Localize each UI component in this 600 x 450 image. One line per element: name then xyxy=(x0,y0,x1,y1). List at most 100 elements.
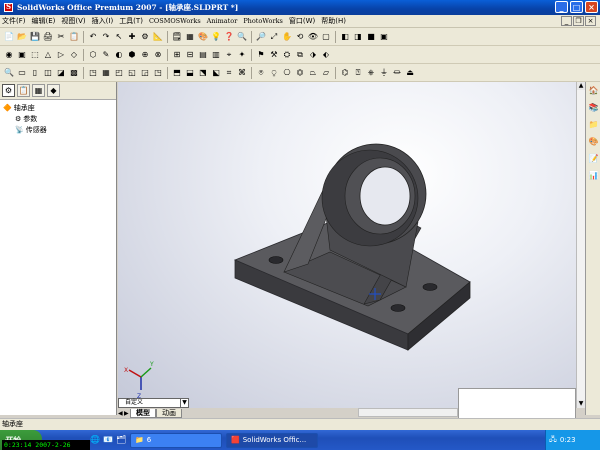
view-tool-icon-28[interactable]: ⏛ xyxy=(391,67,403,78)
feature-tool-icon-14[interactable]: ▤ xyxy=(197,49,209,60)
standard-tool-icon-27[interactable]: ▣ xyxy=(378,31,390,42)
network-icon[interactable]: 🖧 xyxy=(549,435,557,446)
feature-tool-icon-0[interactable]: ◉ xyxy=(3,49,15,60)
folder-icon[interactable]: 🗂 xyxy=(116,435,126,445)
view-tool-icon-11[interactable]: ◳ xyxy=(152,67,164,78)
standard-tool-icon-9[interactable]: ✚ xyxy=(126,31,138,42)
feature-tool-icon-20[interactable]: ⛭ xyxy=(281,49,293,60)
tree-item-parameters[interactable]: ⚙ 参数 xyxy=(3,113,113,124)
view-tool-icon-26[interactable]: ⎈ xyxy=(365,67,377,78)
view-tool-icon-23[interactable]: ⏥ xyxy=(320,67,332,78)
browser-icon[interactable]: 🌐 xyxy=(90,435,100,445)
design-library-icon[interactable]: 📚 xyxy=(588,102,599,113)
feature-tool-icon-10[interactable]: ⊕ xyxy=(139,49,151,60)
view-tool-icon-16[interactable]: ⌗ xyxy=(223,67,235,78)
chevron-down-icon[interactable]: ▼ xyxy=(180,399,188,407)
menu-insert[interactable]: 插入(I) xyxy=(92,16,114,26)
view-tool-icon-6[interactable]: ◳ xyxy=(87,67,99,78)
standard-tool-icon-19[interactable]: ⤢ xyxy=(268,31,280,42)
view-tool-icon-25[interactable]: ⍰ xyxy=(352,67,364,78)
standard-tool-icon-3[interactable]: 🖨 xyxy=(42,31,54,42)
doc-close-button[interactable]: × xyxy=(585,16,596,26)
feature-tool-icon-8[interactable]: ◐ xyxy=(113,49,125,60)
view-tool-icon-5[interactable]: ▩ xyxy=(68,67,80,78)
graphics-viewport[interactable]: X Y Z xyxy=(118,82,576,408)
standard-tool-icon-14[interactable]: 🎨 xyxy=(197,31,209,42)
view-tool-icon-4[interactable]: ◪ xyxy=(55,67,67,78)
feature-tool-icon-11[interactable]: ⊗ xyxy=(152,49,164,60)
view-tool-icon-17[interactable]: ⌘ xyxy=(236,67,248,78)
scroll-up-arrow[interactable]: ▲ xyxy=(577,82,585,90)
tree-item-sensors[interactable]: 📡 传感器 xyxy=(3,124,113,135)
view-tool-icon-18[interactable]: ⍟ xyxy=(255,67,267,78)
view-tool-icon-19[interactable]: ⍜ xyxy=(268,67,280,78)
tray-clock[interactable]: 0:23 xyxy=(560,436,576,444)
view-orientation-select[interactable]: 自定义 ▼ xyxy=(118,398,189,408)
standard-tool-icon-16[interactable]: ❓ xyxy=(223,31,235,42)
notes-icon[interactable]: 📝 xyxy=(588,153,599,164)
standard-tool-icon-12[interactable]: 🗒 xyxy=(171,31,183,42)
feature-tool-icon-1[interactable]: ▣ xyxy=(16,49,28,60)
view-tool-icon-20[interactable]: ⎔ xyxy=(281,67,293,78)
view-tool-icon-3[interactable]: ◫ xyxy=(42,67,54,78)
feature-tool-icon-23[interactable]: ⬖ xyxy=(320,49,332,60)
view-tool-icon-15[interactable]: ⬕ xyxy=(210,67,222,78)
standard-tool-icon-0[interactable]: 📄 xyxy=(3,31,15,42)
standard-tool-icon-5[interactable]: 📋 xyxy=(68,31,80,42)
tree-item-part[interactable]: 🔶 轴承座 xyxy=(3,102,113,113)
featuremanager-tab-icon[interactable]: ⚙ xyxy=(2,84,15,97)
horizontal-scrollbar[interactable] xyxy=(358,408,458,417)
standard-tool-icon-1[interactable]: 📂 xyxy=(16,31,28,42)
view-tool-icon-10[interactable]: ◲ xyxy=(139,67,151,78)
view-tool-icon-29[interactable]: ⏏ xyxy=(404,67,416,78)
feature-tool-icon-2[interactable]: ⬚ xyxy=(29,49,41,60)
feature-tool-icon-18[interactable]: ⚑ xyxy=(255,49,267,60)
view-tool-icon-8[interactable]: ◰ xyxy=(113,67,125,78)
doc-restore-button[interactable]: ❐ xyxy=(573,16,584,26)
standard-tool-icon-7[interactable]: ↷ xyxy=(100,31,112,42)
configurationmanager-tab-icon[interactable]: ▦ xyxy=(32,84,45,97)
menu-tools[interactable]: 工具(T) xyxy=(119,16,143,26)
standard-tool-icon-4[interactable]: ✂ xyxy=(55,31,67,42)
menu-file[interactable]: 文件(F) xyxy=(2,16,26,26)
mail-icon[interactable]: 📧 xyxy=(103,435,113,445)
feature-tool-icon-7[interactable]: ✎ xyxy=(100,49,112,60)
view-tool-icon-1[interactable]: ▭ xyxy=(16,67,28,78)
standard-tool-icon-10[interactable]: ⚙ xyxy=(139,31,151,42)
feature-tool-icon-19[interactable]: ⚒ xyxy=(268,49,280,60)
appearance-icon[interactable]: 🎨 xyxy=(588,136,599,147)
feature-tool-icon-16[interactable]: ⌖ xyxy=(223,49,235,60)
standard-tool-icon-22[interactable]: 👁 xyxy=(307,31,319,42)
close-button[interactable]: × xyxy=(585,1,598,13)
feature-tool-icon-3[interactable]: △ xyxy=(42,49,54,60)
feature-tool-icon-12[interactable]: ⊞ xyxy=(171,49,183,60)
view-tool-icon-14[interactable]: ⬔ xyxy=(197,67,209,78)
standard-tool-icon-17[interactable]: 🔍 xyxy=(236,31,248,42)
standard-tool-icon-20[interactable]: ✋ xyxy=(281,31,293,42)
standard-tool-icon-25[interactable]: ◨ xyxy=(352,31,364,42)
view-tool-icon-21[interactable]: ⏣ xyxy=(294,67,306,78)
view-tool-icon-9[interactable]: ◱ xyxy=(126,67,138,78)
standard-tool-icon-24[interactable]: ◧ xyxy=(339,31,351,42)
standard-tool-icon-18[interactable]: 🔎 xyxy=(255,31,267,42)
standard-tool-icon-2[interactable]: 💾 xyxy=(29,31,41,42)
chart-icon[interactable]: 📊 xyxy=(588,170,599,181)
resources-icon[interactable]: 🏠 xyxy=(588,85,599,96)
menu-help[interactable]: 帮助(H) xyxy=(321,16,346,26)
scroll-down-arrow[interactable]: ▼ xyxy=(577,400,585,408)
view-tool-icon-27[interactable]: ⏚ xyxy=(378,67,390,78)
feature-tool-icon-13[interactable]: ⊟ xyxy=(184,49,196,60)
vertical-scrollbar[interactable]: ▲ ▼ xyxy=(576,82,585,408)
propertymanager-tab-icon[interactable]: 📋 xyxy=(17,84,30,97)
view-tool-icon-2[interactable]: ▯ xyxy=(29,67,41,78)
feature-tool-icon-21[interactable]: ⧉ xyxy=(294,49,306,60)
taskbar-button-solidworks[interactable]: 🟥 SolidWorks Offic... xyxy=(226,432,318,448)
feature-tool-icon-4[interactable]: ▷ xyxy=(55,49,67,60)
file-explorer-icon[interactable]: 📁 xyxy=(588,119,599,130)
menu-edit[interactable]: 编辑(E) xyxy=(32,16,56,26)
view-tool-icon-24[interactable]: ⌬ xyxy=(339,67,351,78)
minimize-button[interactable]: _ xyxy=(555,1,568,13)
standard-tool-icon-15[interactable]: 💡 xyxy=(210,31,222,42)
standard-tool-icon-13[interactable]: ▦ xyxy=(184,31,196,42)
view-tool-icon-13[interactable]: ⬓ xyxy=(184,67,196,78)
